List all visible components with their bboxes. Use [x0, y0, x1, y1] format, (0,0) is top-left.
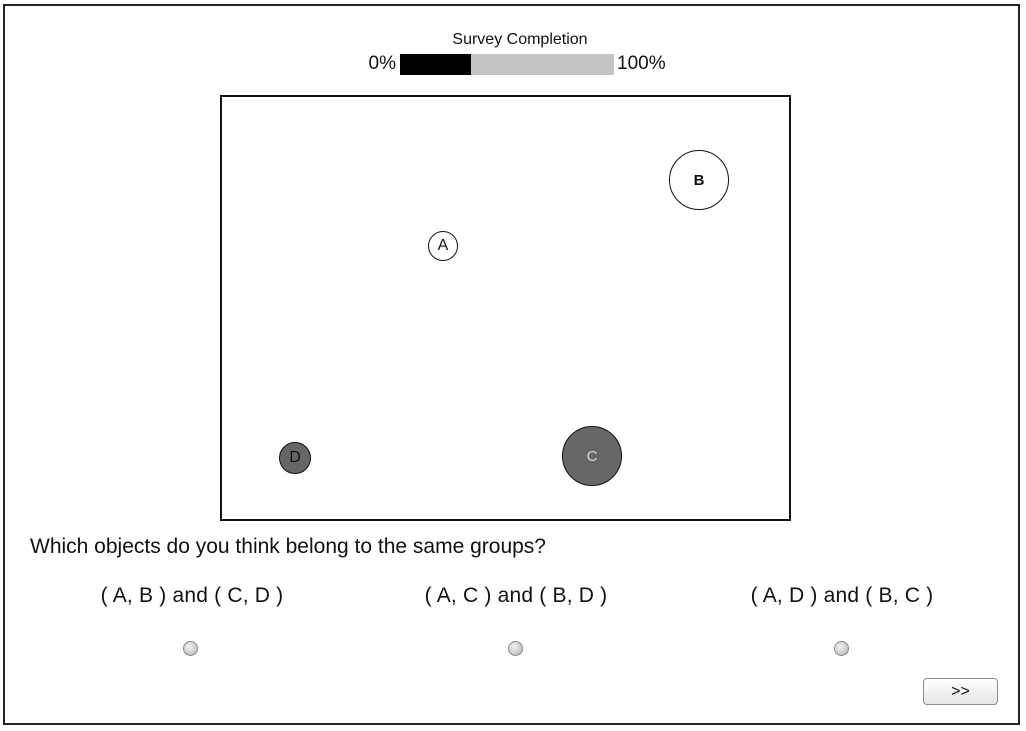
option-1-label: ( A, B ) and ( C, D )	[100, 584, 284, 607]
object-d-label: D	[289, 449, 301, 466]
object-a-label: A	[437, 237, 449, 254]
next-button[interactable]: >>	[923, 678, 998, 705]
object-a: A	[428, 231, 458, 261]
option-2-label: ( A, C ) and ( B, D )	[424, 584, 608, 607]
object-board: A B C D	[220, 95, 791, 521]
object-c: C	[562, 426, 622, 486]
option-1-radio[interactable]	[183, 641, 198, 656]
progress-title: Survey Completion	[452, 31, 588, 48]
object-b-label: B	[693, 171, 705, 189]
object-b: B	[669, 150, 729, 210]
progress-bar	[400, 54, 614, 75]
object-c-label: C	[586, 447, 598, 465]
option-3-label: ( A, D ) and ( B, C )	[750, 584, 934, 607]
option-2-radio[interactable]	[508, 641, 523, 656]
progress-max-label: 100%	[617, 53, 666, 74]
progress-min-label: 0%	[368, 53, 396, 74]
object-d: D	[279, 442, 311, 474]
option-3-radio[interactable]	[834, 641, 849, 656]
progress-fill	[400, 54, 471, 75]
question-text: Which objects do you think belong to the…	[30, 535, 546, 558]
